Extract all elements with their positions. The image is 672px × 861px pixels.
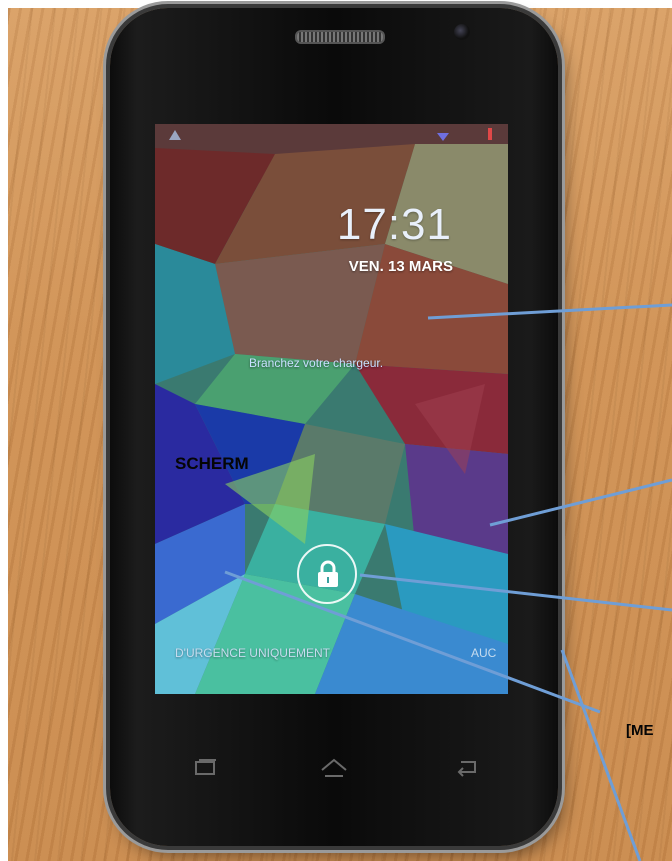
earpiece-speaker — [295, 30, 385, 44]
unlock-button[interactable] — [297, 544, 357, 604]
screen-annotation-label: SCHERM — [175, 454, 249, 473]
callout-label: [ME — [626, 722, 654, 739]
recent-apps-icon[interactable] — [194, 758, 218, 776]
warning-icon — [169, 130, 181, 140]
back-icon[interactable] — [453, 758, 481, 778]
clock-time: 17:31 — [336, 200, 452, 249]
status-bar — [155, 124, 508, 148]
front-camera — [454, 24, 470, 40]
wallpaper — [155, 124, 508, 694]
charger-message: Branchez votre chargeur. — [249, 356, 384, 370]
carrier-label: AUC — [471, 646, 497, 660]
home-icon[interactable] — [320, 758, 348, 778]
lock-icon — [318, 560, 338, 587]
clock-date: VEN. 13 MARS — [348, 258, 453, 275]
signal-icon — [437, 133, 449, 141]
battery-icon — [488, 128, 492, 140]
emergency-call-button[interactable]: D'URGENCE UNIQUEMENT — [175, 646, 330, 660]
phone-device: 17:31 VEN. 13 MARS Branchez votre charge… — [110, 8, 558, 846]
lock-screen[interactable]: 17:31 VEN. 13 MARS Branchez votre charge… — [155, 124, 508, 694]
